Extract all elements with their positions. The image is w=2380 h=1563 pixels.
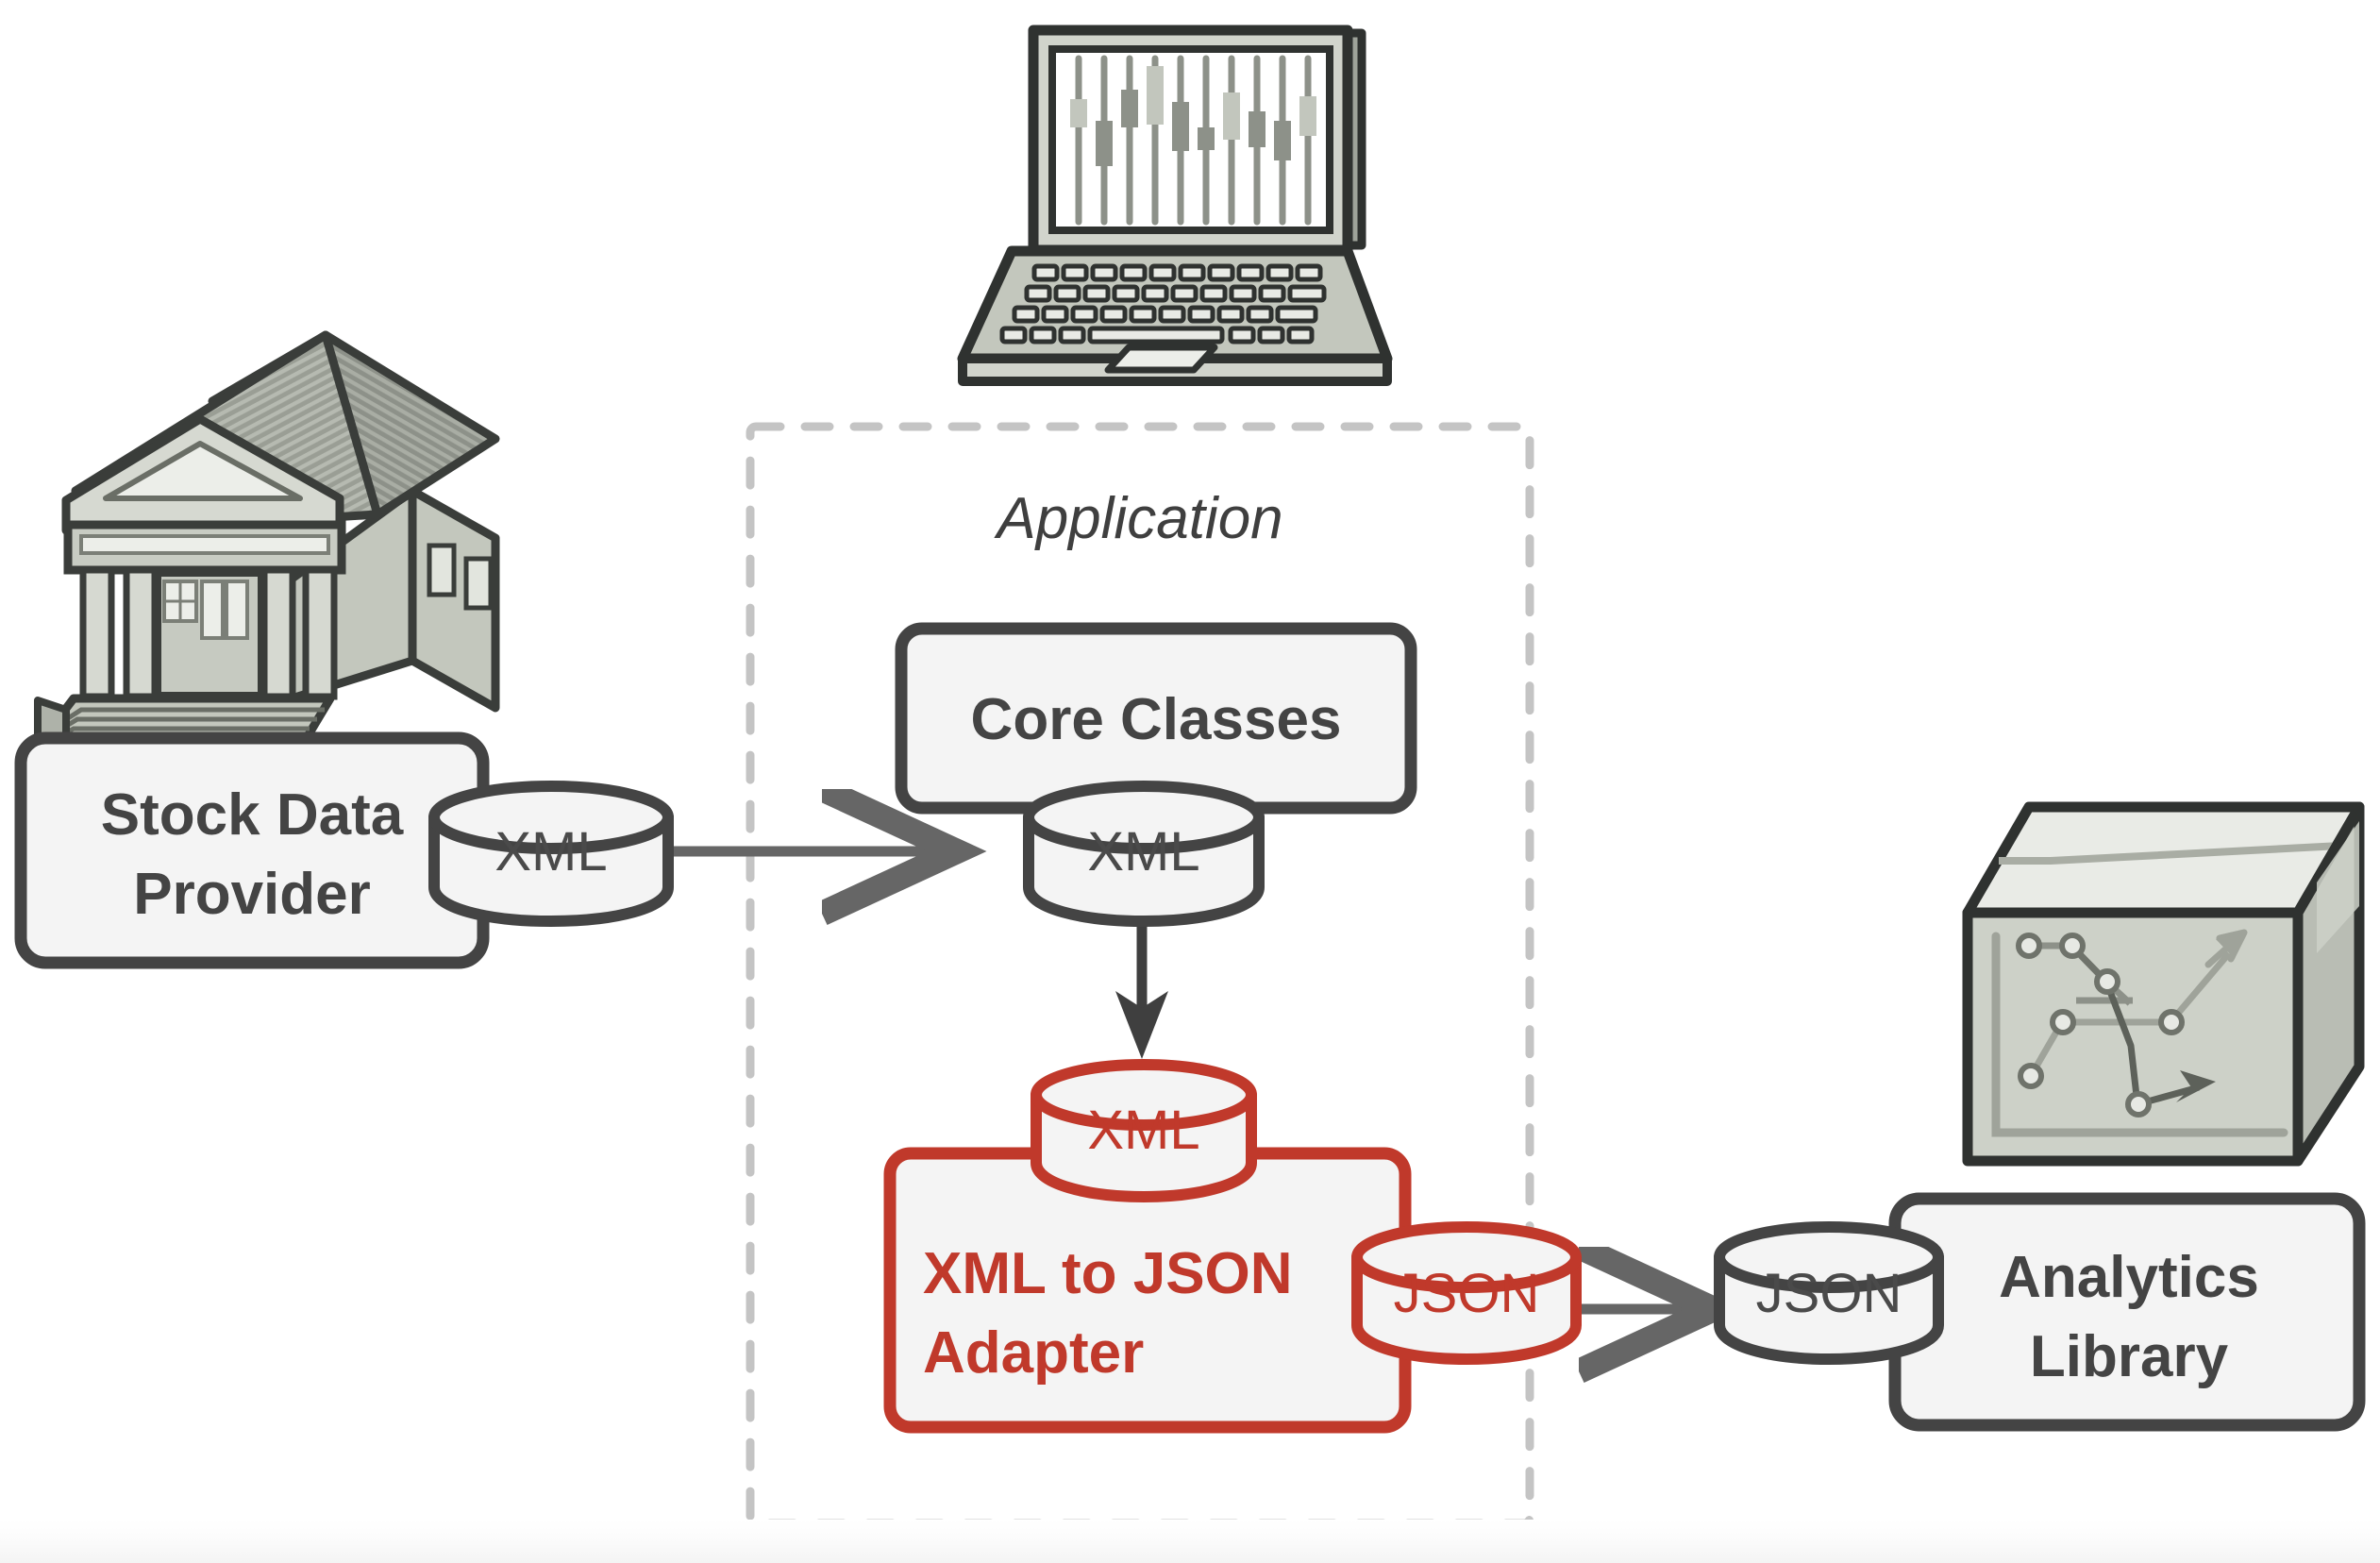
bank-building-icon: [33, 330, 500, 750]
stock-data-provider-label-line1: Stock Data: [101, 782, 404, 848]
interface-adapter-xml-in-label: XML: [1087, 1100, 1199, 1161]
interface-adapter-json-out[interactable]: JSON: [1351, 1221, 1582, 1365]
interface-provider-xml-out[interactable]: XML: [428, 781, 674, 927]
node-stock-data-provider[interactable]: Stock Data Provider: [14, 731, 490, 969]
interface-provider-xml-out-label: XML: [494, 821, 607, 882]
interface-adapter-xml-in[interactable]: XML: [1031, 1059, 1257, 1202]
analytics-library-label-line2: Library: [2030, 1324, 2229, 1389]
interface-core-xml-in-label: XML: [1087, 821, 1199, 882]
package-box-chart-icon: [1962, 801, 2365, 1167]
interface-adapter-json-out-label: JSON: [1394, 1263, 1540, 1324]
page-bottom-fade: [0, 1520, 2380, 1563]
node-analytics-library[interactable]: Analytics Library: [1888, 1192, 2366, 1432]
xml-to-json-adapter-label-line2: Adapter: [923, 1320, 1144, 1386]
interface-core-xml-in[interactable]: XML: [1023, 781, 1265, 927]
connector-core-to-adapter: [1115, 923, 1168, 1059]
application-group-label: Application: [993, 486, 1282, 551]
interface-analytics-json-in-label: JSON: [1756, 1263, 1902, 1324]
diagram-canvas: Stock Data Provider XML Application Core…: [0, 0, 2380, 1563]
core-classes-label: Core Classes: [971, 687, 1342, 752]
xml-to-json-adapter-label-line1: XML to JSON: [923, 1241, 1293, 1306]
laptop-candlestick-chart-icon: [957, 25, 1393, 386]
interface-analytics-json-in[interactable]: JSON: [1714, 1221, 1944, 1365]
analytics-library-label-line1: Analytics: [1999, 1245, 2259, 1310]
stock-data-provider-label-line2: Provider: [133, 862, 371, 927]
